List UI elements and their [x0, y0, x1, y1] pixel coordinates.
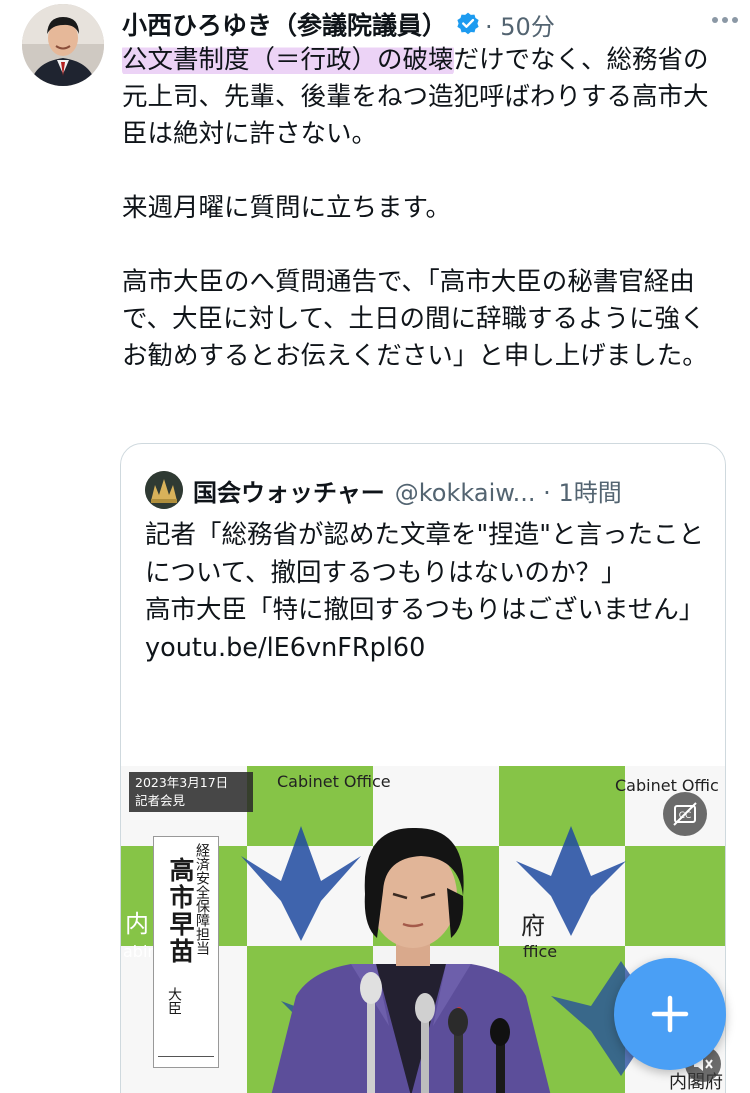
quoted-line-2: 高市大臣「特に撤回するつもりはございません」	[145, 595, 705, 625]
speaker-name-plate: 経済安全保障担当 高市早苗 大臣	[153, 836, 219, 1068]
quoted-author-avatar[interactable]	[145, 471, 183, 509]
plate-rule	[158, 1056, 214, 1057]
tweet-paragraph-2: 来週月曜に質問に立ちます。	[122, 193, 451, 223]
plus-icon	[651, 995, 689, 1033]
verified-badge-icon	[455, 11, 481, 37]
quoted-line-1: 記者「総務省が認めた文章を"捏造"と言ったことについて、撤回するつもりはないのか…	[145, 520, 704, 588]
quoted-author-name[interactable]: 国会ウォッチャー	[193, 473, 385, 508]
speaker-name: 高市早苗	[166, 857, 195, 965]
video-link[interactable]: youtu.be/lE6vnFRpl60	[145, 630, 705, 668]
backdrop-kanji-right: 府	[521, 912, 545, 940]
tweet-text: 公文書制度（＝行政）の破壊だけでなく、総務省の元上司、先輩、後輩をねつ造犯呼ばわ…	[122, 42, 722, 375]
video-date: 2023年3月17日	[135, 775, 229, 790]
author-avatar[interactable]	[22, 4, 104, 86]
highlighted-text: 公文書制度（＝行政）の破壊	[122, 45, 454, 75]
quoted-author-handle[interactable]: @kokkaiw... · 1時間	[395, 473, 622, 508]
compose-tweet-button[interactable]	[614, 958, 726, 1070]
quoted-tweet-header: 国会ウォッチャー @kokkaiw... · 1時間	[145, 470, 622, 510]
video-event: 記者会見	[135, 793, 186, 808]
captions-off-icon[interactable]: CC	[663, 792, 707, 836]
tweet-paragraph-3: 高市大臣のへ質問通告で、「高市大臣の秘書官経由で、大臣に対して、土日の間に辞職す…	[122, 267, 708, 371]
backdrop-kanji-left: 内	[125, 910, 149, 938]
tweet-header: 小西ひろゆき（参議院議員） · 50分	[122, 2, 734, 46]
backdrop-label-left: Cabinet Office	[277, 772, 391, 791]
tweet-paragraph-1: 公文書制度（＝行政）の破壊だけでなく、総務省の元上司、先輩、後輩をねつ造犯呼ばわ…	[122, 42, 722, 153]
backdrop-text-right: ffice	[523, 942, 558, 961]
author-name[interactable]: 小西ひろゆき（参議院議員）	[122, 6, 447, 42]
post-time[interactable]: · 50分	[485, 7, 555, 42]
quoted-tweet-text: 記者「総務省が認めた文章を"捏造"と言ったことについて、撤回するつもりはないのか…	[145, 517, 705, 667]
video-date-tag: 2023年3月17日 記者会見	[129, 772, 253, 812]
speaker-title: 大臣	[166, 987, 182, 1015]
